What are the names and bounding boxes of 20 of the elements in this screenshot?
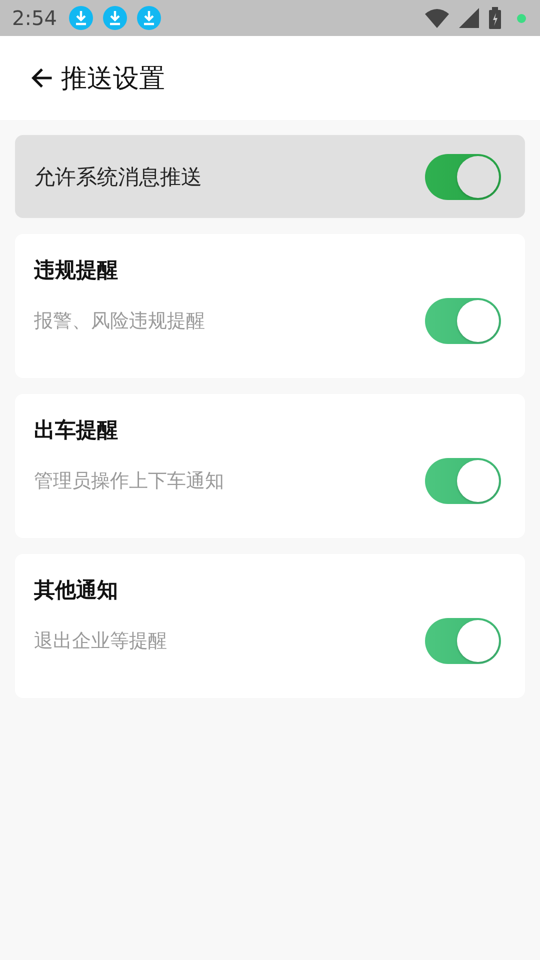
wifi-icon	[425, 8, 449, 28]
section-title: 出车提醒	[34, 417, 119, 444]
signal-icon	[459, 8, 479, 28]
toggle-switch[interactable]	[425, 618, 501, 664]
status-time: 2:54	[12, 6, 57, 30]
page-title: 推送设置	[61, 62, 165, 96]
section-title: 违规提醒	[34, 257, 119, 284]
download-icon	[136, 6, 161, 30]
toggle-switch[interactable]	[425, 298, 501, 344]
toggle-switch[interactable]	[425, 154, 501, 200]
setting-description: 退出企业等提醒	[34, 629, 167, 654]
battery-icon	[489, 7, 501, 29]
setting-description: 报警、风险违规提醒	[34, 309, 205, 334]
status-dot	[517, 14, 526, 22]
setting-description: 管理员操作上下车通知	[34, 469, 224, 494]
setting-label: 允许系统消息推送	[34, 164, 202, 190]
section-title: 其他通知	[34, 577, 119, 604]
toggle-switch[interactable]	[425, 458, 501, 504]
download-icon	[102, 6, 127, 30]
download-icon	[68, 6, 93, 30]
